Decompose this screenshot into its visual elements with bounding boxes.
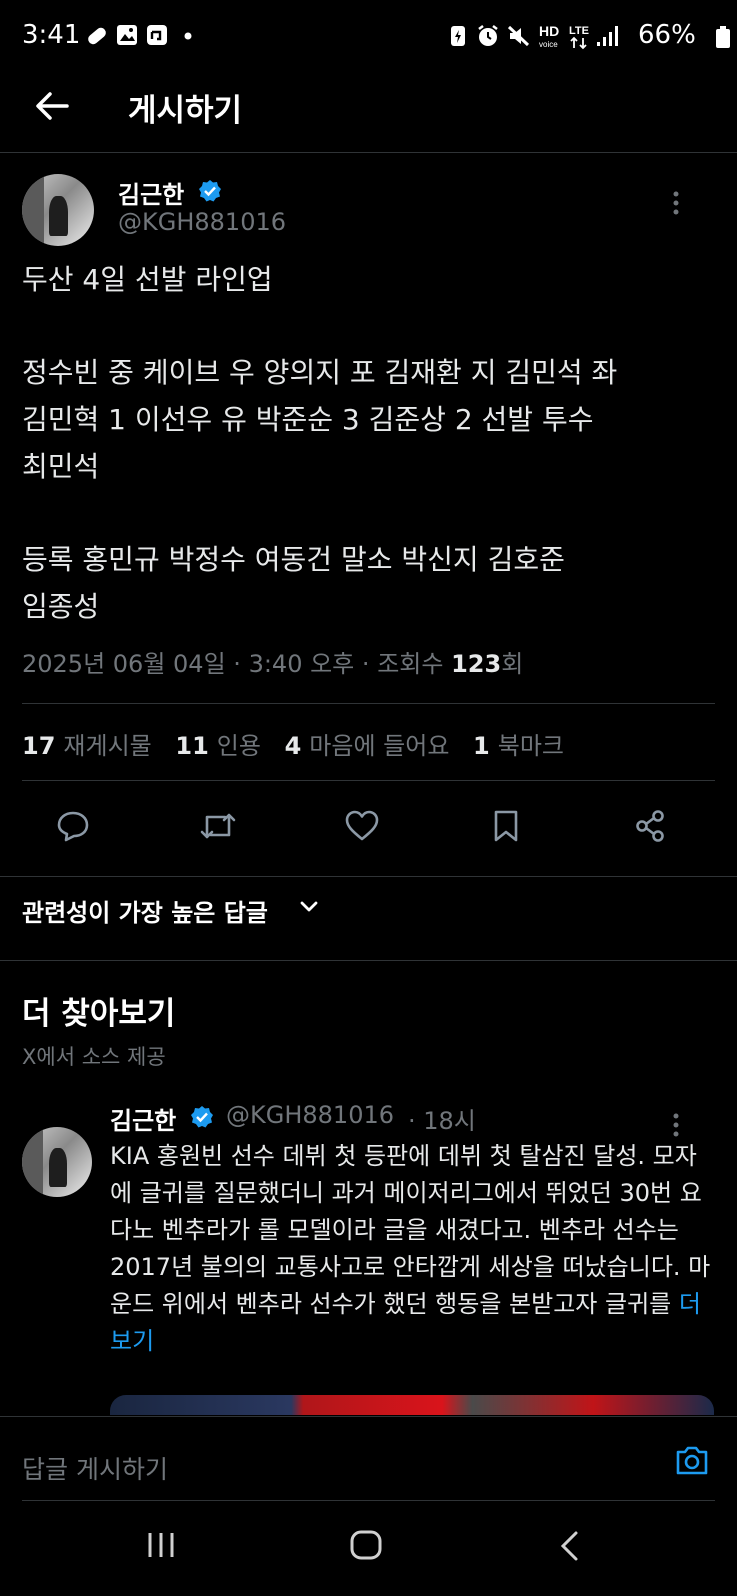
dot-icon bbox=[184, 32, 192, 40]
avatar[interactable] bbox=[22, 1127, 92, 1197]
views-count: 123 bbox=[451, 650, 502, 678]
verified-badge-icon bbox=[198, 179, 222, 203]
heart-icon bbox=[345, 810, 379, 841]
likes-stat[interactable]: 4 마음에 들어요 bbox=[285, 726, 450, 761]
quotes-stat[interactable]: 11 인용 bbox=[175, 726, 261, 761]
post-text: KIA 홍원빈 선수 데뷔 첫 등판에 데뷔 첫 탈삼진 달성. 모자에 글귀를… bbox=[110, 1138, 715, 1360]
bookmark-icon bbox=[494, 810, 518, 842]
battery-icon bbox=[716, 26, 730, 48]
avatar[interactable] bbox=[22, 174, 94, 246]
explore-subtitle: X에서 소스 제공 bbox=[22, 1045, 166, 1069]
link-icon bbox=[84, 24, 110, 48]
notification-icon bbox=[146, 24, 168, 46]
tweet-text-paragraph: 등록 홍민규 박정수 여동건 말소 박신지 김호준 임종성 bbox=[22, 543, 565, 623]
reply-icon bbox=[57, 811, 89, 842]
tweet-time: 3:40 오후 bbox=[248, 650, 355, 678]
home-icon[interactable] bbox=[350, 1530, 382, 1560]
tweet-text-line: 두산 4일 선발 라인업 bbox=[22, 263, 273, 296]
engagement-stats: 17 재게시물 11 인용 4 마음에 들어요 1 북마크 bbox=[22, 726, 580, 761]
battery-percent: 66% bbox=[638, 20, 696, 50]
author-handle[interactable]: @KGH881016 bbox=[118, 208, 286, 236]
svg-text:HD: HD bbox=[539, 23, 559, 39]
reposts-stat[interactable]: 17 재게시물 bbox=[22, 726, 152, 761]
hd-voice-icon: HD voice bbox=[538, 22, 564, 50]
repost-button[interactable] bbox=[196, 804, 240, 848]
divider bbox=[22, 703, 715, 704]
share-icon bbox=[636, 810, 664, 842]
repost-icon bbox=[200, 813, 236, 839]
tweet-meta: 2025년 06월 04일 · 3:40 오후 · 조회수 123회 bbox=[22, 644, 523, 679]
like-button[interactable] bbox=[340, 804, 384, 848]
svg-text:LTE: LTE bbox=[569, 25, 589, 37]
views-suffix: 회 bbox=[501, 650, 524, 678]
signal-icon bbox=[596, 24, 622, 48]
camera-icon[interactable] bbox=[674, 1444, 710, 1476]
verified-badge-icon bbox=[190, 1105, 214, 1129]
post-body: KIA 홍원빈 선수 데뷔 첫 등판에 데뷔 첫 탈삼진 달성. 모자에 글귀를… bbox=[110, 1142, 711, 1318]
bookmarks-stat[interactable]: 1 북마크 bbox=[473, 726, 564, 761]
tweet-text-paragraph: 정수빈 중 케이브 우 양의지 포 김재환 지 김민석 좌 김민혁 1 이선우 … bbox=[22, 356, 618, 483]
explore-title: 더 찾아보기 bbox=[22, 996, 176, 1032]
author-handle[interactable]: @KGH881016 bbox=[226, 1101, 394, 1129]
back-nav-icon[interactable] bbox=[558, 1530, 580, 1562]
reply-input-underline bbox=[22, 1500, 715, 1501]
page-title: 게시하기 bbox=[128, 93, 243, 129]
post-media-image[interactable] bbox=[110, 1395, 714, 1415]
alarm-icon bbox=[476, 24, 500, 48]
mute-icon bbox=[506, 24, 532, 48]
lte-icon: LTE bbox=[568, 22, 592, 50]
divider bbox=[0, 876, 737, 877]
image-icon bbox=[116, 24, 138, 46]
meta-separator: · bbox=[361, 650, 370, 678]
meta-separator: · bbox=[233, 650, 241, 678]
divider bbox=[22, 780, 715, 781]
more-options-icon[interactable] bbox=[672, 190, 680, 216]
status-time: 3:41 bbox=[22, 20, 81, 50]
post-time: · 18시 bbox=[408, 1107, 476, 1135]
reply-button[interactable] bbox=[51, 804, 95, 848]
author-name[interactable]: 김근한 bbox=[110, 1101, 176, 1136]
header-divider bbox=[0, 152, 737, 153]
chevron-down-icon[interactable] bbox=[298, 897, 320, 917]
share-button[interactable] bbox=[628, 804, 672, 848]
reply-input[interactable]: 답글 게시하기 bbox=[22, 1450, 168, 1486]
back-button[interactable] bbox=[30, 84, 74, 128]
arrow-left-icon bbox=[36, 92, 69, 120]
views-label: 조회수 bbox=[377, 650, 444, 678]
battery-saver-icon bbox=[448, 24, 468, 48]
reply-sort-dropdown[interactable]: 관련성이 가장 높은 답글 bbox=[22, 893, 268, 928]
bookmark-button[interactable] bbox=[484, 804, 528, 848]
divider bbox=[0, 960, 737, 961]
recent-apps-icon[interactable] bbox=[146, 1530, 176, 1560]
status-bar: 3:41 HD voice LTE 66% bbox=[0, 0, 737, 70]
svg-text:voice: voice bbox=[539, 40, 558, 49]
tweet-date: 2025년 06월 04일 bbox=[22, 650, 226, 678]
author-name[interactable]: 김근한 bbox=[118, 175, 184, 210]
more-options-icon[interactable] bbox=[672, 1112, 680, 1138]
